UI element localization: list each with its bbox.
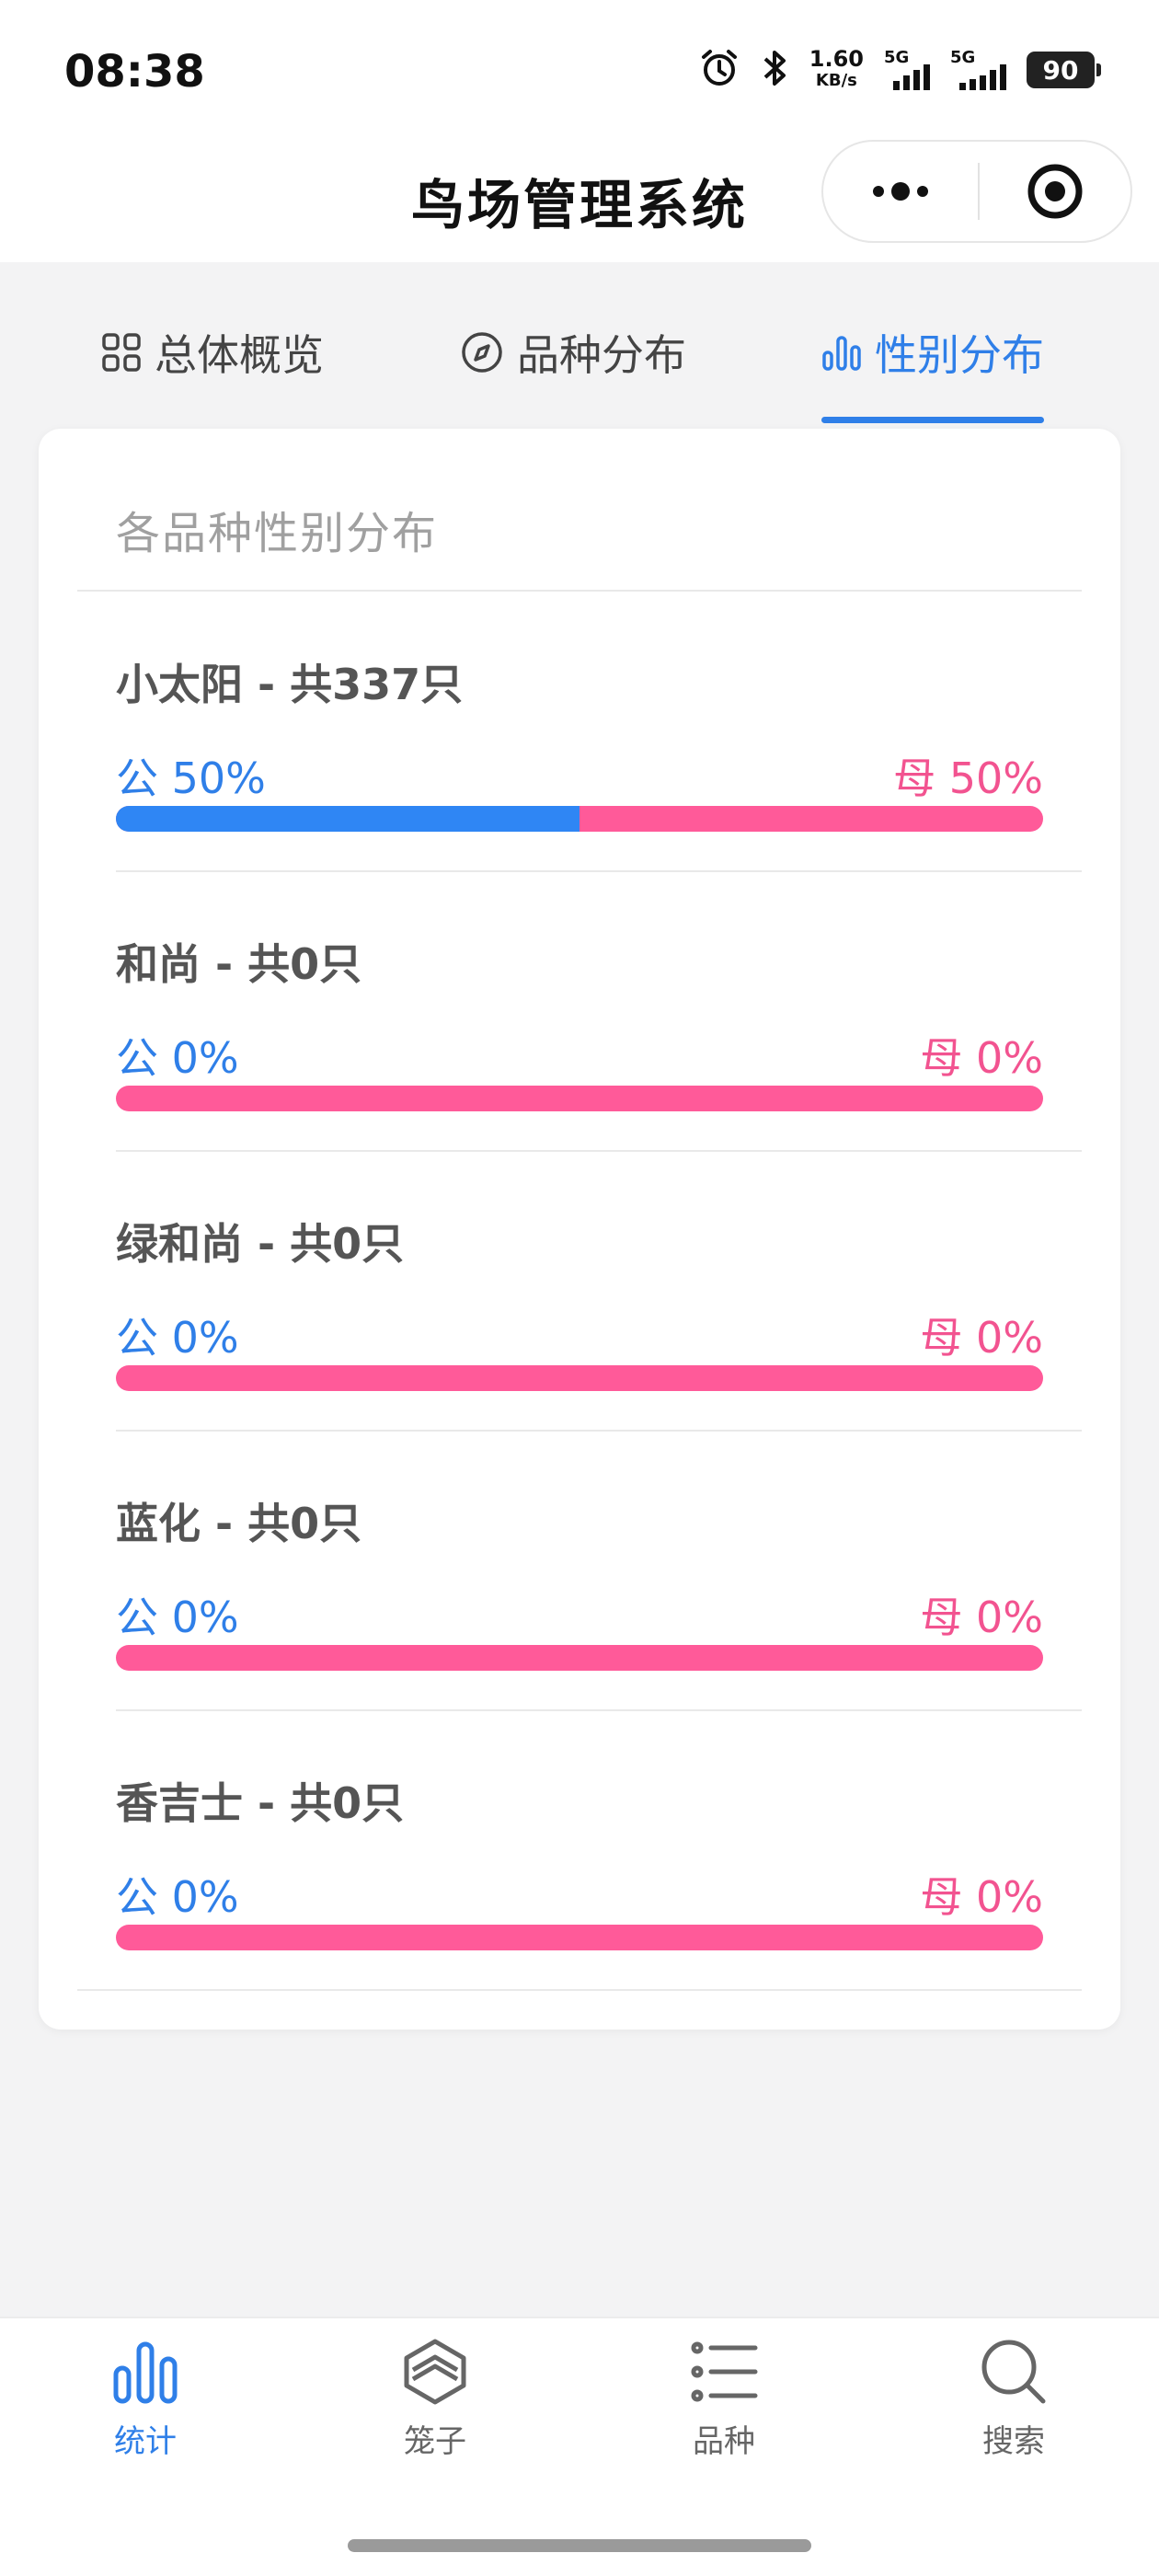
card-title: 各品种性别分布: [116, 508, 439, 559]
grid-icon: [102, 332, 141, 372]
female-percentage: 母 50%: [893, 753, 1043, 803]
tab-breed-label: 品种分布: [517, 329, 686, 380]
tab-overview[interactable]: 总体概览: [101, 276, 324, 428]
male-percentage: 公 0%: [116, 1872, 239, 1922]
alarm-icon: [699, 48, 740, 92]
compass-icon: [462, 331, 502, 373]
nav-breed[interactable]: 品种: [623, 2337, 825, 2461]
tab-gender-label: 性别分布: [875, 329, 1044, 380]
target-close-icon: [1027, 164, 1083, 219]
cage-icon: [404, 2339, 466, 2405]
nav-stats[interactable]: 统计: [44, 2337, 247, 2461]
stats-icon: [113, 2341, 178, 2404]
nav-search[interactable]: 搜索: [912, 2337, 1115, 2461]
bottom-navigation: 统计 笼子 品种 搜索: [0, 2317, 1159, 2576]
active-tab-indicator: [821, 417, 1044, 423]
gender-ratio-bar: [116, 1365, 1043, 1391]
male-percentage: 公 50%: [116, 753, 266, 803]
network-speed: 1.60 KB/s: [809, 48, 864, 92]
mini-program-capsule: [821, 140, 1132, 243]
bar-chart-icon: [822, 335, 861, 371]
female-percentage: 母 0%: [920, 1033, 1043, 1083]
breed-row-title: 香吉士 - 共0只: [116, 1778, 405, 1828]
gender-ratio-bar: [116, 806, 1043, 832]
network-speed-value: 1.60: [809, 46, 864, 72]
female-percentage: 母 0%: [920, 1313, 1043, 1363]
bluetooth-icon: [760, 48, 789, 92]
signal-1-label: 5G: [884, 48, 910, 67]
signal-2-label: 5G: [950, 48, 976, 67]
network-speed-unit: KB/s: [815, 71, 857, 90]
search-icon: [981, 2340, 1046, 2404]
nav-stats-label: 统计: [114, 2423, 177, 2460]
row-divider: [116, 870, 1082, 872]
row-divider: [116, 1709, 1082, 1711]
nav-cage-label: 笼子: [404, 2423, 466, 2460]
row-divider: [116, 1150, 1082, 1152]
close-button[interactable]: [980, 142, 1130, 241]
male-percentage: 公 0%: [116, 1593, 239, 1642]
home-indicator[interactable]: [348, 2539, 811, 2552]
status-icons: 1.60 KB/s 5G 5G 90: [699, 48, 1101, 92]
gender-ratio-bar: [116, 1645, 1043, 1671]
tab-bar: 总体概览 品种分布 性别分布: [0, 276, 1159, 428]
nav-cage[interactable]: 笼子: [334, 2337, 536, 2461]
signal-2-icon: 5G: [950, 48, 1006, 90]
breed-row-title: 绿和尚 - 共0只: [116, 1219, 405, 1269]
battery-icon: 90: [1027, 52, 1101, 88]
status-time: 08:38: [64, 46, 205, 98]
male-ratio-fill: [116, 806, 580, 832]
tab-breed-distribution[interactable]: 品种分布: [460, 276, 686, 428]
breed-row-title: 蓝化 - 共0只: [116, 1499, 362, 1548]
row-divider: [116, 1430, 1082, 1432]
gender-ratio-bar: [116, 1086, 1043, 1111]
card-title-divider: [77, 590, 1082, 592]
nav-breed-label: 品种: [693, 2423, 755, 2460]
tab-overview-label: 总体概览: [155, 329, 324, 380]
navigation-bar: 鸟场管理系统: [0, 138, 1159, 262]
nav-search-label: 搜索: [982, 2423, 1045, 2460]
female-percentage: 母 0%: [920, 1593, 1043, 1642]
breed-row-title: 小太阳 - 共337只: [116, 660, 464, 709]
female-percentage: 母 0%: [920, 1872, 1043, 1922]
male-percentage: 公 0%: [116, 1313, 239, 1363]
tab-gender-distribution[interactable]: 性别分布: [821, 276, 1044, 428]
status-bar: 08:38 1.60 KB/s 5G 5G 90: [0, 0, 1159, 138]
male-percentage: 公 0%: [116, 1033, 239, 1083]
card-bottom-divider: [77, 1989, 1082, 1991]
list-icon: [691, 2341, 758, 2402]
more-button[interactable]: [823, 142, 978, 241]
signal-1-icon: 5G: [884, 48, 930, 90]
breed-row-title: 和尚 - 共0只: [116, 939, 362, 989]
gender-ratio-bar: [116, 1925, 1043, 1950]
